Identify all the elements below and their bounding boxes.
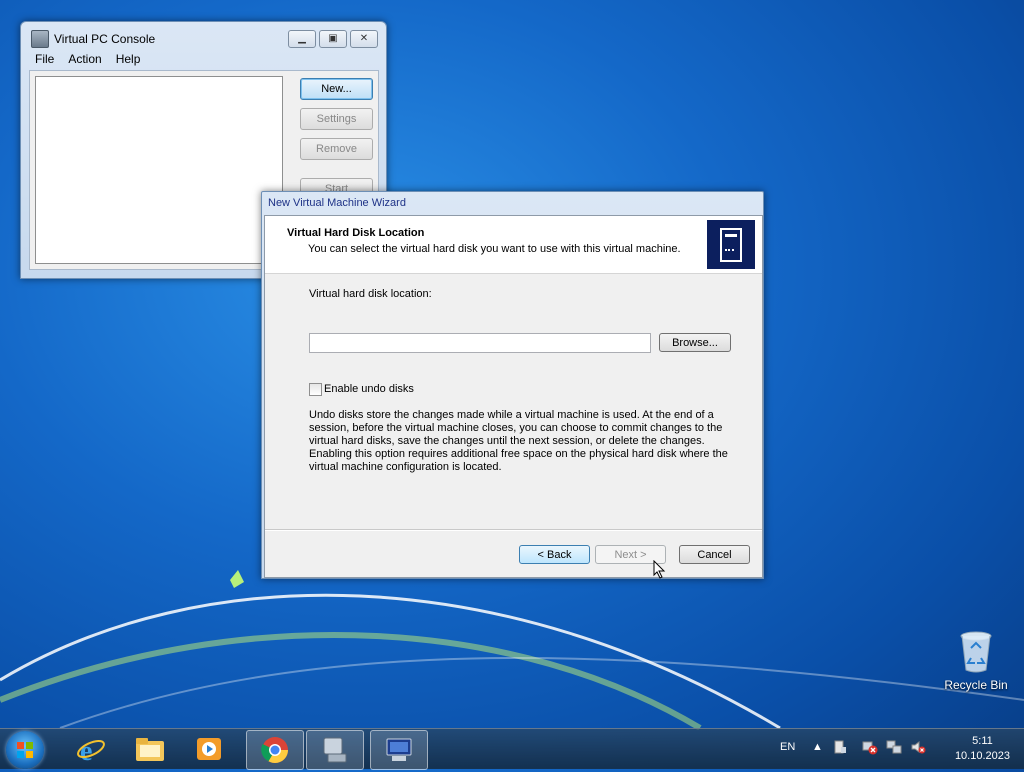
virtual-pc-taskbar-icon[interactable] [306, 730, 364, 770]
back-button[interactable]: < Back [519, 545, 590, 564]
undo-disks-checkbox[interactable] [309, 383, 322, 396]
cancel-button[interactable]: Cancel [679, 545, 750, 564]
windows-logo-icon [17, 742, 33, 758]
start-button-orb[interactable] [6, 731, 44, 769]
taskbar-clock[interactable]: 5:11 10.10.2023 [955, 734, 1010, 764]
minimize-button[interactable]: ▁ [288, 30, 316, 48]
close-button[interactable]: ✕ [350, 30, 378, 48]
browse-button[interactable]: Browse... [659, 333, 731, 352]
virtual-pc-logo-icon [707, 220, 755, 269]
console-title: Virtual PC Console [54, 32, 156, 46]
internet-explorer-icon[interactable]: e [62, 730, 120, 768]
maximize-button[interactable]: ▣ [319, 30, 347, 48]
clock-time: 5:11 [972, 735, 993, 747]
location-label: Virtual hard disk location: [309, 288, 432, 300]
undo-disks-description: Undo disks store the changes made while … [309, 409, 728, 473]
language-indicator[interactable]: EN [780, 741, 795, 753]
mouse-cursor-icon [653, 560, 666, 579]
clock-date: 10.10.2023 [954, 750, 1010, 762]
remove-button[interactable]: Remove [300, 138, 373, 160]
recycle-bin-label: Recycle Bin [944, 678, 1008, 692]
virtual-machine-list[interactable] [35, 76, 283, 264]
virtual-pc-wizard-taskbar-icon[interactable] [370, 730, 428, 770]
network-icon[interactable] [886, 739, 902, 758]
network-warning-icon[interactable] [862, 739, 878, 758]
show-hidden-icons-button[interactable]: ▲ [812, 741, 823, 753]
volume-muted-icon[interactable] [910, 739, 926, 758]
file-explorer-icon[interactable] [121, 730, 179, 768]
wizard-header-title: Virtual Hard Disk Location [287, 227, 425, 239]
recycle-bin-icon [959, 630, 993, 674]
media-player-icon[interactable] [180, 730, 238, 768]
new-button[interactable]: New... [300, 78, 373, 100]
hard-disk-location-input[interactable] [309, 333, 651, 353]
wizard-panel: Virtual Hard Disk Location You can selec… [264, 215, 763, 578]
chrome-icon[interactable] [246, 730, 304, 770]
recycle-bin-shortcut[interactable]: Recycle Bin [938, 630, 1014, 692]
taskbar: e EN ▲ 5:11 10.10.2023 [0, 728, 1024, 770]
new-virtual-machine-wizard: New Virtual Machine Wizard Virtual Hard … [261, 191, 764, 579]
virtual-pc-icon [31, 30, 49, 48]
undo-disks-label: Enable undo disks [324, 383, 414, 395]
action-center-icon[interactable] [832, 739, 848, 758]
console-menubar: File Action Help [29, 52, 140, 66]
wizard-titlebar[interactable]: New Virtual Machine Wizard [262, 192, 763, 215]
wizard-header-subtitle: You can select the virtual hard disk you… [308, 243, 681, 255]
footer-separator [265, 529, 762, 531]
menu-action[interactable]: Action [68, 52, 101, 66]
settings-button[interactable]: Settings [300, 108, 373, 130]
menu-help[interactable]: Help [116, 52, 141, 66]
menu-file[interactable]: File [35, 52, 54, 66]
svg-text:e: e [80, 736, 92, 764]
wizard-header: Virtual Hard Disk Location You can selec… [265, 216, 762, 274]
